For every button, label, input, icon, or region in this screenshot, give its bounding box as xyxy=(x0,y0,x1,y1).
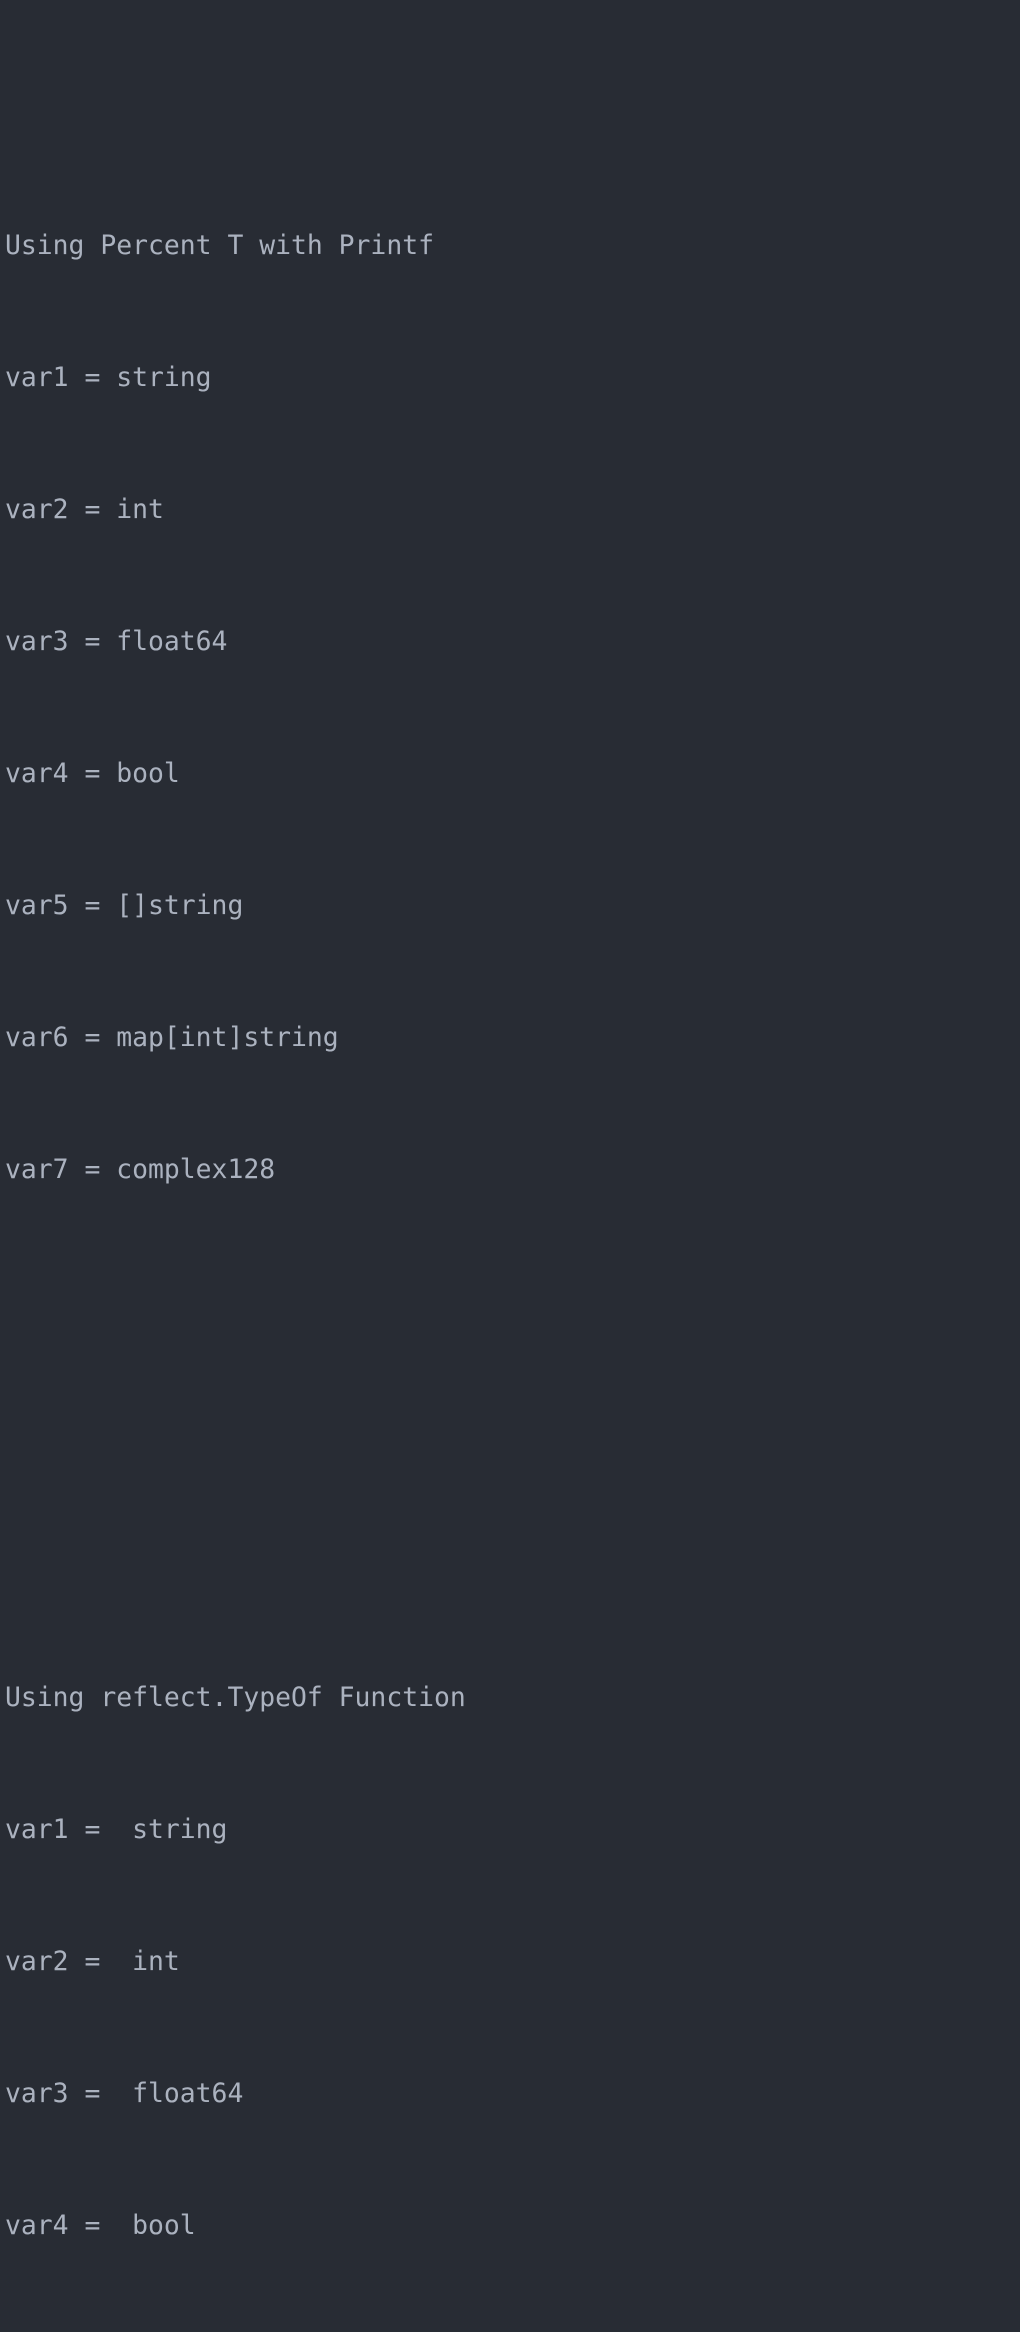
output-line: var6 = map[int]string xyxy=(5,1022,339,1053)
output-line: var2 = int xyxy=(5,494,164,525)
output-line: var4 = bool xyxy=(5,758,180,789)
output-line: var1 = string xyxy=(5,1814,228,1845)
output-line: var5 = []string xyxy=(5,890,244,921)
output-section-typeof: Using reflect.TypeOf Function var1 = str… xyxy=(5,1588,1020,2332)
output-line: var1 = string xyxy=(5,362,212,393)
output-line: var7 = complex128 xyxy=(5,1154,276,1185)
blank-separator-line xyxy=(5,1412,1020,1456)
section-header: Using reflect.TypeOf Function xyxy=(5,1682,466,1713)
terminal-output-pane[interactable]: Using Percent T with Printf var1 = strin… xyxy=(0,0,1020,2241)
section-header: Using Percent T with Printf xyxy=(5,230,434,261)
output-line: var3 = float64 xyxy=(5,2078,244,2109)
output-section-printf: Using Percent T with Printf var1 = strin… xyxy=(5,136,1020,1280)
output-line: var3 = float64 xyxy=(5,626,228,657)
output-line: var2 = int xyxy=(5,1946,180,1977)
output-line: var4 = bool xyxy=(5,2210,196,2241)
